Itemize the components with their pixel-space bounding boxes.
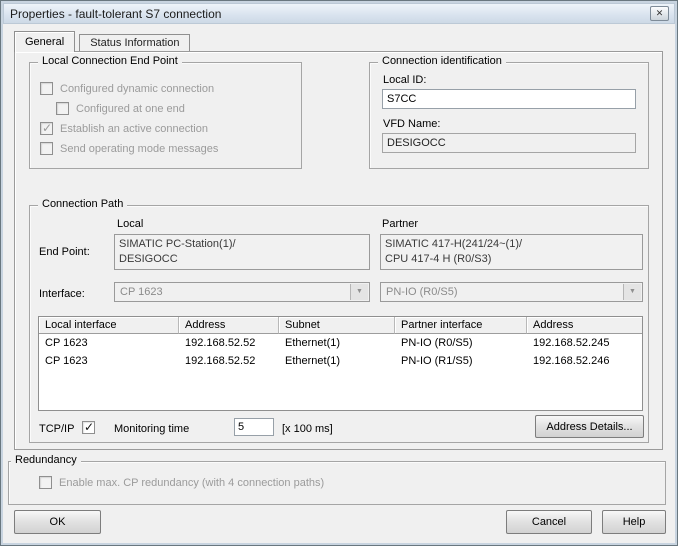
- tcpip-label: TCP/IP: [39, 423, 74, 435]
- row-configured-dynamic-connection: Configured dynamic connection: [40, 82, 301, 95]
- cell-local-interface: CP 1623: [39, 334, 179, 352]
- tab-status-information[interactable]: Status Information: [79, 34, 190, 51]
- interface-local-dropdown: CP 1623 ▼: [114, 282, 370, 302]
- cell-address-2: 192.168.52.245: [527, 334, 642, 352]
- column-header-address-2[interactable]: Address: [527, 317, 642, 334]
- configured-dynamic-connection-checkbox: [40, 82, 53, 95]
- local-column-header: Local: [117, 218, 143, 230]
- cell-partner-interface: PN-IO (R1/S5): [395, 352, 527, 370]
- cancel-button[interactable]: Cancel: [506, 510, 592, 534]
- tab-panel-general: Local Connection End Point Configured dy…: [14, 51, 663, 450]
- interface-label: Interface:: [39, 288, 85, 300]
- configured-dynamic-connection-label: Configured dynamic connection: [60, 83, 214, 95]
- tcpip-checkbox[interactable]: [82, 421, 95, 434]
- close-icon: ✕: [656, 8, 664, 18]
- configured-at-one-end-label: Configured at one end: [76, 103, 185, 115]
- monitoring-time-label: Monitoring time: [114, 423, 189, 435]
- row-establish-active-connection: Establish an active connection: [40, 122, 301, 135]
- column-header-partner-interface[interactable]: Partner interface: [395, 317, 527, 334]
- cell-address: 192.168.52.52: [179, 352, 279, 370]
- group-connection-identification: Connection identification Local ID: VFD …: [369, 62, 649, 169]
- cell-local-interface: CP 1623: [39, 352, 179, 370]
- monitoring-time-unit: [x 100 ms]: [282, 423, 333, 435]
- column-header-local-interface[interactable]: Local interface: [39, 317, 179, 334]
- group-redundancy: Redundancy Enable max. CP redundancy (wi…: [8, 461, 666, 505]
- group-local-connection-end-point: Local Connection End Point Configured dy…: [29, 62, 302, 169]
- cell-address-2: 192.168.52.246: [527, 352, 642, 370]
- column-header-subnet[interactable]: Subnet: [279, 317, 395, 334]
- dialog-window: Properties - fault-tolerant S7 connectio…: [0, 0, 678, 546]
- vfd-name-input: [382, 133, 636, 153]
- cell-subnet: Ethernet(1): [279, 352, 395, 370]
- local-id-input[interactable]: [382, 89, 636, 109]
- establish-active-connection-checkbox: [40, 122, 53, 135]
- group-connection-path: Connection Path Local Partner End Point:…: [29, 205, 649, 443]
- tab-general[interactable]: General: [14, 31, 75, 52]
- column-header-address[interactable]: Address: [179, 317, 279, 334]
- configured-at-one-end-checkbox: [56, 102, 69, 115]
- partner-column-header: Partner: [382, 218, 418, 230]
- redundancy-title: Redundancy: [11, 454, 81, 466]
- end-point-local-value: SIMATIC PC-Station(1)/ DESIGOCC: [114, 234, 370, 270]
- window-title: Properties - fault-tolerant S7 connectio…: [4, 7, 221, 21]
- dialog-client: General Status Information Local Connect…: [3, 24, 675, 543]
- titlebar[interactable]: Properties - fault-tolerant S7 connectio…: [3, 3, 675, 24]
- connection-identification-title: Connection identification: [378, 55, 506, 67]
- end-point-label: End Point:: [39, 246, 90, 258]
- send-operating-mode-messages-label: Send operating mode messages: [60, 143, 218, 155]
- connection-identification-body: Local ID: VFD Name:: [370, 63, 648, 153]
- ok-button[interactable]: OK: [14, 510, 101, 534]
- help-button[interactable]: Help: [602, 510, 666, 534]
- local-end-point-body: Configured dynamic connection Configured…: [30, 63, 301, 155]
- connection-table: Local interface Address Subnet Partner i…: [38, 316, 643, 411]
- monitoring-time-input[interactable]: [234, 418, 274, 436]
- local-end-point-title: Local Connection End Point: [38, 55, 182, 67]
- interface-local-value: CP 1623: [120, 286, 163, 298]
- row-enable-cp-redundancy: Enable max. CP redundancy (with 4 connec…: [39, 476, 665, 489]
- cell-subnet: Ethernet(1): [279, 334, 395, 352]
- establish-active-connection-label: Establish an active connection: [60, 123, 208, 135]
- cell-partner-interface: PN-IO (R0/S5): [395, 334, 527, 352]
- row-send-operating-mode-messages: Send operating mode messages: [40, 142, 301, 155]
- interface-partner-dropdown: PN-IO (R0/S5) ▼: [380, 282, 643, 302]
- dropdown-arrow-icon: ▼: [350, 284, 368, 300]
- send-operating-mode-messages-checkbox: [40, 142, 53, 155]
- enable-cp-redundancy-checkbox: [39, 476, 52, 489]
- vfd-name-label: VFD Name:: [383, 118, 636, 130]
- cell-address: 192.168.52.52: [179, 334, 279, 352]
- row-configured-at-one-end: Configured at one end: [56, 102, 301, 115]
- table-row[interactable]: CP 1623 192.168.52.52 Ethernet(1) PN-IO …: [39, 334, 642, 352]
- dropdown-arrow-icon: ▼: [623, 284, 641, 300]
- end-point-partner-value: SIMATIC 417-H(241/24~(1)/ CPU 417-4 H (R…: [380, 234, 643, 270]
- tab-strip: General Status Information: [14, 31, 190, 52]
- interface-partner-value: PN-IO (R0/S5): [386, 286, 458, 298]
- enable-cp-redundancy-label: Enable max. CP redundancy (with 4 connec…: [59, 477, 324, 489]
- connection-table-header: Local interface Address Subnet Partner i…: [39, 317, 642, 334]
- connection-path-title: Connection Path: [38, 198, 127, 210]
- address-details-button[interactable]: Address Details...: [535, 415, 644, 438]
- close-button[interactable]: ✕: [650, 6, 669, 21]
- local-id-label: Local ID:: [383, 74, 636, 86]
- table-row[interactable]: CP 1623 192.168.52.52 Ethernet(1) PN-IO …: [39, 352, 642, 370]
